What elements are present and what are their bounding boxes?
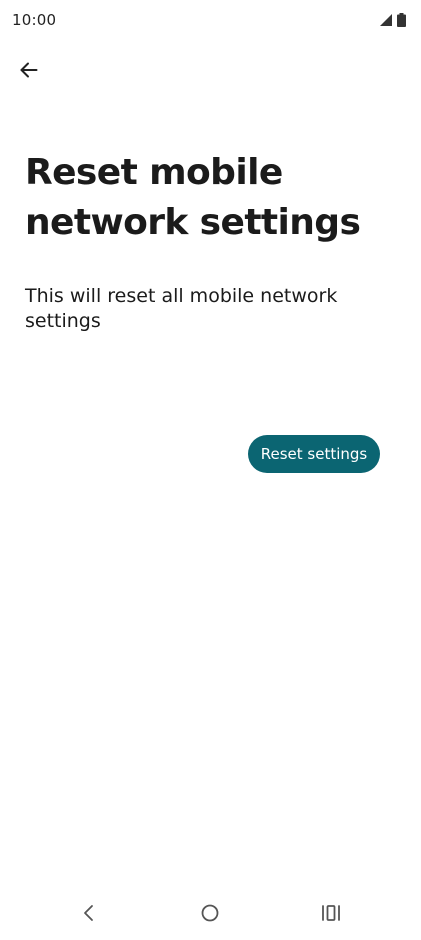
back-button[interactable] xyxy=(11,52,47,88)
nav-home-button[interactable] xyxy=(195,898,225,928)
nav-back-button[interactable] xyxy=(74,898,104,928)
description-text: This will reset all mobile network setti… xyxy=(25,285,338,332)
navigation-bar xyxy=(0,890,421,940)
signal-icon xyxy=(380,14,392,26)
nav-recents-icon xyxy=(322,905,340,921)
battery-icon xyxy=(397,13,406,27)
nav-back-icon xyxy=(84,905,93,921)
reset-settings-button[interactable]: Reset settings xyxy=(248,435,380,473)
page-title: Reset mobile network settings xyxy=(25,152,361,243)
back-arrow-icon xyxy=(20,62,38,78)
nav-home-icon xyxy=(201,904,219,922)
status-bar: 10:00 xyxy=(0,0,421,40)
nav-recents-button[interactable] xyxy=(316,898,346,928)
status-icons xyxy=(380,13,406,27)
status-time: 10:00 xyxy=(12,11,57,29)
